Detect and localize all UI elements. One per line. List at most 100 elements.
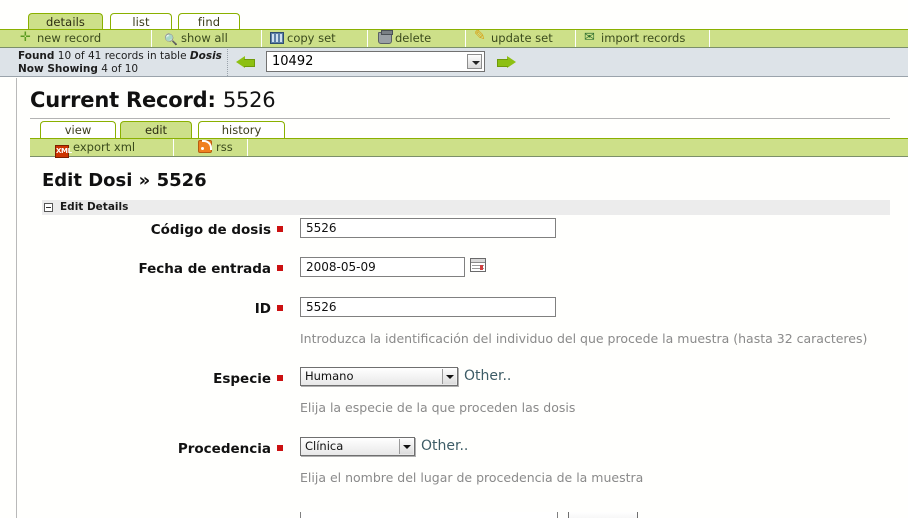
especie-hint: Elija la especie de la que proceden las … <box>300 400 576 415</box>
new-record-label: new record <box>37 31 102 45</box>
show-all-button[interactable]: show all <box>152 30 262 47</box>
required-marker <box>277 305 283 311</box>
delete-button[interactable]: delete <box>368 30 466 47</box>
export-xml-label: export xml <box>73 140 136 154</box>
page-title: Current Record: 5526 <box>30 88 276 112</box>
export-xml-button[interactable]: XMLexport xml <box>52 139 174 158</box>
found-count: 10 <box>57 50 72 62</box>
id-value: 5526 <box>306 300 337 314</box>
rss-icon <box>198 140 212 153</box>
procedencia-value: Clínica <box>305 439 344 453</box>
especie-value: Humano <box>305 369 354 383</box>
top-tab-strip: details list find <box>0 0 908 31</box>
fecha-de-entrada-label: Fecha de entrada <box>138 261 283 277</box>
tab-edit[interactable]: edit <box>120 121 192 139</box>
fecha-de-entrada-input[interactable]: 2008-05-09 <box>300 257 465 277</box>
clipped-input[interactable] <box>300 512 558 518</box>
chevron-down-icon <box>442 369 456 384</box>
delete-label: delete <box>395 31 432 45</box>
envelope-icon <box>584 29 598 46</box>
id-hint: Introduzca la identificación del individ… <box>300 331 868 346</box>
rss-button[interactable]: rss <box>182 139 248 156</box>
especie-other-link[interactable]: Other.. <box>464 368 511 384</box>
total-count: 41 <box>87 50 102 62</box>
grid-icon <box>270 32 284 44</box>
required-marker <box>277 445 283 451</box>
update-set-button[interactable]: update set <box>466 28 576 47</box>
fecha-de-entrada-value: 2008-05-09 <box>306 260 376 274</box>
record-status-bar: Found 10 of 41 records in table Dosis No… <box>0 48 908 77</box>
found-mid: of <box>74 50 85 62</box>
title-divider <box>30 118 890 119</box>
showing-prefix: Now Showing <box>18 63 98 75</box>
collapse-icon[interactable] <box>44 203 53 212</box>
tab-edit-label: edit <box>144 123 168 137</box>
copy-set-button[interactable]: copy set <box>262 30 368 47</box>
table-name: Dosis <box>189 50 222 62</box>
procedencia-label: Procedencia <box>178 441 283 457</box>
edit-details-label: Edit Details <box>60 201 129 213</box>
action-toolbar: new record show all copy set delete upda… <box>0 28 908 48</box>
pencil-icon <box>474 28 488 45</box>
fecha-de-entrada-label-text: Fecha de entrada <box>138 261 271 277</box>
required-marker <box>277 375 283 381</box>
id-label-text: ID <box>254 301 271 317</box>
app-window: details list find new record show all co… <box>0 0 908 518</box>
chevron-down-icon <box>467 54 482 69</box>
magnifier-icon <box>164 32 178 44</box>
clipped-select[interactable] <box>568 512 638 518</box>
tab-view-label: view <box>64 123 92 137</box>
trash-icon <box>378 30 393 44</box>
showing-index: 4 <box>101 63 108 75</box>
main-content: Current Record: 5526 view edit history X… <box>0 78 908 518</box>
procedencia-select[interactable]: Clínica <box>300 437 415 456</box>
calendar-icon[interactable] <box>470 258 486 272</box>
chevron-down-icon <box>399 439 413 454</box>
current-record-value: 5526 <box>222 88 276 112</box>
especie-label-text: Especie <box>213 371 271 387</box>
tab-details-label: details <box>45 15 85 29</box>
tab-find-label: find <box>197 15 221 29</box>
required-marker <box>277 265 283 271</box>
showing-total: 10 <box>124 63 139 75</box>
procedencia-hint: Elija el nombre del lugar de procedencia… <box>300 470 644 485</box>
found-prefix: Found <box>18 50 55 62</box>
codigo-de-dosis-input[interactable]: 5526 <box>300 218 556 238</box>
plus-icon <box>20 29 34 46</box>
especie-label: Especie <box>213 371 283 387</box>
clipped-next-field-row <box>0 512 908 518</box>
tab-view[interactable]: view <box>40 121 116 139</box>
tab-history[interactable]: history <box>198 121 285 139</box>
required-marker <box>277 226 283 232</box>
form-title: Edit Dosi » 5526 <box>42 170 207 191</box>
next-record-arrow-icon[interactable] <box>494 53 516 71</box>
codigo-de-dosis-label-text: Código de dosis <box>150 222 271 238</box>
procedencia-label-text: Procedencia <box>177 441 271 457</box>
found-summary: Found 10 of 41 records in table Dosis No… <box>18 49 228 76</box>
xml-icon: XML <box>55 145 72 158</box>
new-record-button[interactable]: new record <box>18 29 152 47</box>
tab-history-label: history <box>221 123 262 137</box>
found-suffix: records in table <box>104 50 187 62</box>
show-all-label: show all <box>181 31 228 45</box>
import-records-label: import records <box>601 31 686 45</box>
record-sub-toolbar: XMLexport xml rss <box>30 138 908 158</box>
rss-label: rss <box>216 140 233 154</box>
procedencia-other-link[interactable]: Other.. <box>421 438 468 454</box>
previous-record-arrow-icon[interactable] <box>236 53 258 71</box>
copy-set-label: copy set <box>287 31 336 45</box>
codigo-de-dosis-value: 5526 <box>306 221 337 235</box>
record-select[interactable]: 10492 <box>266 51 485 72</box>
left-divider <box>16 78 17 518</box>
showing-of: of <box>111 63 122 75</box>
edit-details-header[interactable]: Edit Details <box>42 200 890 215</box>
import-records-button[interactable]: import records <box>576 29 710 47</box>
update-set-label: update set <box>491 31 553 45</box>
especie-select[interactable]: Humano <box>300 367 458 386</box>
codigo-de-dosis-label: Código de dosis <box>151 222 283 238</box>
id-input[interactable]: 5526 <box>300 297 556 317</box>
tab-list-label: list <box>132 15 150 29</box>
id-label: ID <box>255 301 283 317</box>
record-select-value: 10492 <box>272 54 314 69</box>
current-record-label: Current Record: <box>30 88 216 112</box>
